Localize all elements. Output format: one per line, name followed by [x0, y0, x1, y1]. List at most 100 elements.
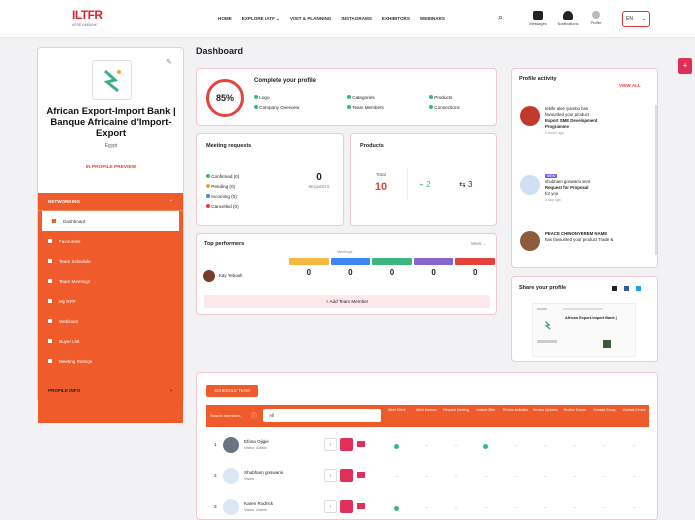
profile-item[interactable]: Company Overview	[254, 103, 344, 113]
performer-value: 0	[348, 268, 353, 277]
search-members-label: Search members	[210, 413, 241, 418]
status-none-icon[interactable]: –	[560, 433, 590, 459]
nav-explore[interactable]: EXPLORE IATF ⌄	[242, 16, 280, 22]
calendar-button[interactable]	[340, 500, 353, 513]
sidebar-item-webinars[interactable]: Webinars	[38, 311, 183, 331]
status-none-icon[interactable]: –	[560, 495, 590, 519]
view-all-link[interactable]: VIEW ALL	[619, 83, 641, 88]
row-more-button[interactable]: ‹	[324, 469, 337, 482]
edit-icon[interactable]: ✎	[166, 58, 172, 66]
profile-button[interactable]: Profile	[585, 11, 607, 25]
meeting-status-incoming[interactable]: Incoming (0)	[206, 192, 239, 202]
twitter-icon[interactable]	[636, 286, 641, 291]
activity-entry[interactable]: NEW shubham goswami sent Request for Pro…	[545, 173, 649, 203]
row-more-button[interactable]: ‹	[324, 500, 337, 513]
profile-item[interactable]: Connections	[429, 103, 495, 113]
sidebar-item-meeting-ratings[interactable]: Meeting Ratings	[38, 351, 183, 371]
status-none-icon[interactable]: –	[590, 464, 620, 490]
status-none-icon[interactable]: –	[412, 464, 442, 490]
profile-item[interactable]: Team Members	[347, 103, 417, 113]
notifications-button[interactable]: Notifications	[556, 11, 580, 26]
status-none-icon[interactable]: –	[441, 433, 471, 459]
messages-button[interactable]: Messages	[526, 11, 550, 26]
profile-share-preview[interactable]: African Export-Import Bank |	[532, 303, 636, 357]
status-none-icon[interactable]: –	[441, 464, 471, 490]
meeting-status-confirmed[interactable]: Confirmed (0)	[206, 172, 239, 182]
status-none-icon[interactable]: –	[471, 464, 501, 490]
status-available-icon[interactable]	[382, 495, 412, 519]
profile-item[interactable]: Categories	[347, 93, 417, 103]
profile-activity-title: Profile activity	[519, 76, 557, 82]
avatar	[223, 468, 239, 484]
performers-filter[interactable]: Week ⌄	[471, 241, 486, 246]
profile-info-section[interactable]: PROFILE INFO ⌄	[38, 380, 183, 400]
sidebar-item-team-schedule[interactable]: Team Schedule	[38, 251, 183, 271]
schedule-team-tab[interactable]: SCHEDULE TEAM	[206, 385, 258, 397]
org-logo	[92, 60, 132, 100]
status-none-icon[interactable]: –	[501, 433, 531, 459]
nav-instagrams[interactable]: INSTAGRAMS	[341, 16, 372, 22]
column-header: Review Activities	[502, 408, 529, 412]
status-available-icon[interactable]	[471, 433, 501, 459]
meeting-status-pending[interactable]: Pending (0)	[206, 182, 239, 192]
sidebar-item-dashboard[interactable]: Dashboard	[42, 211, 179, 231]
status-none-icon[interactable]: –	[471, 495, 501, 519]
activity-scrollbar[interactable]	[655, 105, 657, 255]
status-none-icon[interactable]: –	[501, 495, 531, 519]
sidebar-item-label: Team Meetings	[59, 278, 91, 284]
status-none-icon[interactable]: –	[530, 433, 560, 459]
status-none-icon[interactable]: –	[619, 464, 649, 490]
calendar-button[interactable]	[340, 469, 353, 482]
legend-tag	[330, 258, 371, 265]
sidebar-item-buyer-list[interactable]: Buyer List	[38, 331, 183, 351]
performers-meetings-label: Meetings	[337, 250, 353, 254]
status-none-icon[interactable]: –	[530, 495, 560, 519]
sidebar-item-my-rfp[interactable]: My RFP	[38, 291, 183, 311]
sidebar-item-favourites[interactable]: Favourites	[38, 231, 183, 251]
nav-home[interactable]: HOME	[218, 16, 232, 22]
check-icon	[429, 95, 433, 99]
status-none-icon[interactable]: –	[501, 464, 531, 490]
nav-exhibitors[interactable]: EXHIBITORS	[382, 16, 410, 22]
info-icon[interactable]: ⓘ	[251, 411, 257, 420]
status-none-icon[interactable]: –	[619, 495, 649, 519]
status-dot	[206, 204, 210, 208]
facebook-icon[interactable]	[624, 286, 629, 291]
profile-item[interactable]: Products	[429, 93, 495, 103]
message-icon[interactable]	[357, 503, 365, 509]
add-team-member-button[interactable]: + Add Team Member	[204, 295, 490, 308]
status-available-icon[interactable]	[382, 433, 412, 459]
check-icon	[347, 95, 351, 99]
row-more-button[interactable]: ‹	[324, 438, 337, 451]
search-icon[interactable]: ⌕	[498, 12, 503, 23]
search-members-input[interactable]: All	[263, 409, 381, 422]
email-icon[interactable]	[612, 286, 617, 291]
activity-entry[interactable]: PEACE CHINONYEREM NAME has favourited yo…	[545, 231, 615, 243]
status-none-icon[interactable]: –	[560, 464, 590, 490]
logo[interactable]: ILTFR AFREXIMBANK	[72, 8, 106, 30]
status-none-icon[interactable]: –	[590, 495, 620, 519]
menu-section-header[interactable]: NETWORKING ⌃	[38, 193, 183, 211]
status-none-icon[interactable]: –	[412, 495, 442, 519]
message-icon[interactable]	[357, 441, 365, 447]
language-select[interactable]: EN ⌄	[622, 11, 650, 27]
status-dot	[206, 194, 210, 198]
nav-webinars[interactable]: WEBINARS	[420, 16, 445, 22]
meeting-status-cancelled[interactable]: Cancelled (0)	[206, 202, 239, 212]
status-none-icon[interactable]: –	[441, 495, 471, 519]
sidebar-item-team-meetings[interactable]: Team Meetings	[38, 271, 183, 291]
profile-preview-link[interactable]: IN PROFILE PREVIEW	[46, 165, 176, 170]
calendar-button[interactable]	[340, 438, 353, 451]
message-icon[interactable]	[357, 472, 365, 478]
status-none-icon[interactable]: –	[530, 464, 560, 490]
nav-visit-planning[interactable]: VISIT & PLANNING	[290, 16, 331, 22]
activity-entry[interactable]: tebife aloe iyambo has favourited your p…	[545, 106, 649, 136]
profile-item[interactable]: Logo	[254, 93, 344, 103]
activity-text: has favourited your product Trade &	[545, 237, 614, 242]
status-none-icon[interactable]: –	[412, 433, 442, 459]
status-none-icon[interactable]: –	[619, 433, 649, 459]
menu-section-label: NETWORKING	[48, 199, 80, 204]
status-none-icon[interactable]: –	[590, 433, 620, 459]
feedback-tab[interactable]: +	[678, 58, 692, 74]
status-none-icon[interactable]: –	[382, 464, 412, 490]
